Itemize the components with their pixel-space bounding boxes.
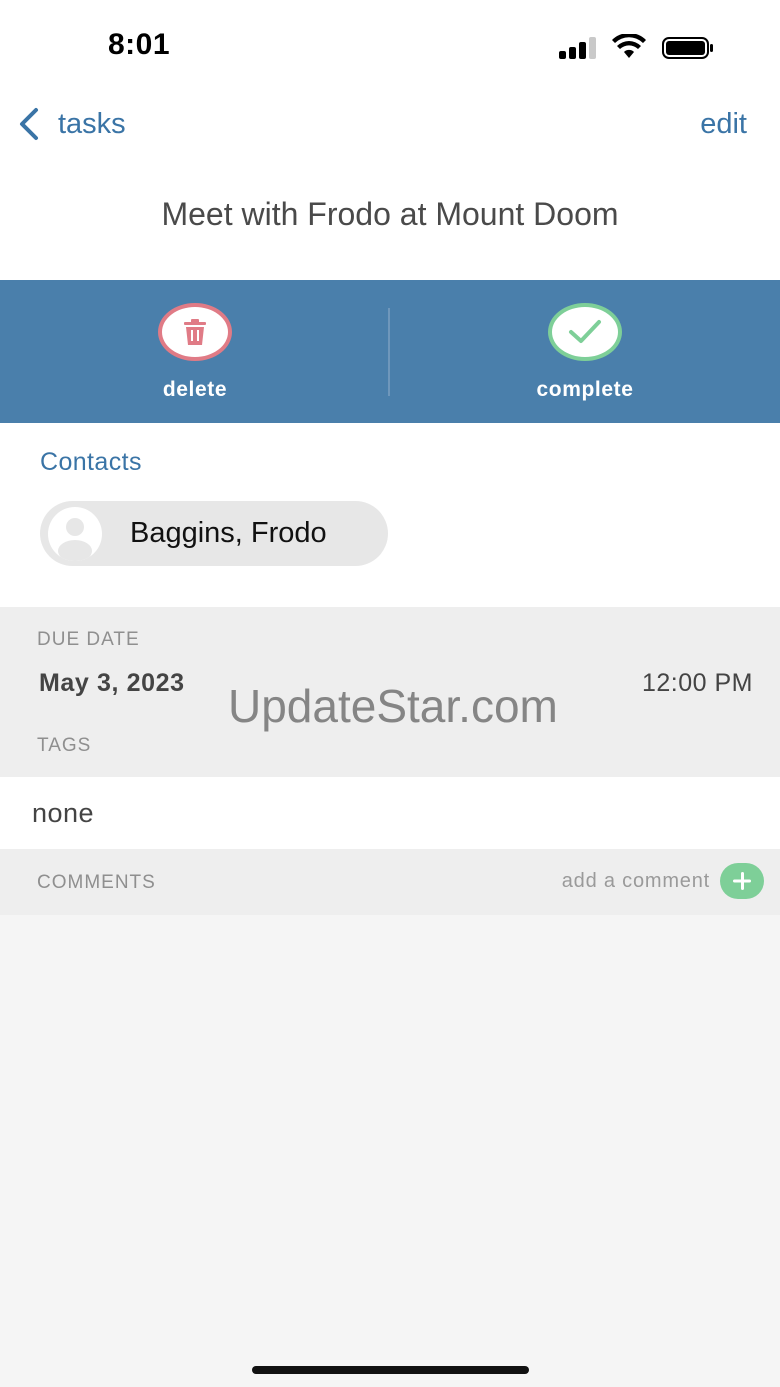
avatar-icon [48,507,102,561]
cellular-signal-icon [559,37,599,59]
action-bar: delete complete [0,280,780,423]
comments-header: COMMENTS add a comment [0,849,780,915]
add-comment-button[interactable]: add a comment [562,863,764,899]
edit-button[interactable]: edit [700,104,747,144]
tags-row: none [0,777,780,849]
battery-icon [662,37,713,59]
delete-circle [158,303,232,361]
trash-icon [184,319,206,345]
wifi-icon [612,34,646,58]
watermark: UpdateStar.com [228,680,558,732]
back-button[interactable]: tasks [16,104,126,144]
status-time: 8:01 [108,28,171,61]
delete-label: delete [162,378,228,401]
due-date-caption: DUE DATE [37,629,140,650]
home-indicator [252,1366,529,1374]
tags-value: none [32,798,95,828]
plus-icon [720,863,764,899]
complete-circle [548,303,622,361]
complete-button[interactable]: complete [390,280,780,423]
due-time-value: 12:00 PM [641,669,753,697]
complete-label: complete [536,378,634,401]
chevron-left-icon [20,108,38,140]
tags-caption: TAGS [37,735,92,756]
task-title: Meet with Frodo at Mount Doom [161,196,619,232]
contacts-title: Contacts [40,448,142,476]
details-section: DUE DATE May 3, 2023 12:00 PM UpdateStar… [0,607,780,777]
add-comment-label: add a comment [561,869,710,892]
checkmark-icon [569,320,601,343]
status-bar: 8:01 [0,0,780,96]
back-label: tasks [58,107,126,140]
contact-name: Baggins, Frodo [130,517,327,549]
action-divider [388,308,390,396]
contact-chip[interactable]: Baggins, Frodo [40,501,388,566]
due-date-value: May 3, 2023 [39,669,185,697]
comments-caption: COMMENTS [37,872,156,893]
delete-button[interactable]: delete [0,280,390,423]
contacts-section: Contacts Baggins, Frodo [0,423,780,607]
